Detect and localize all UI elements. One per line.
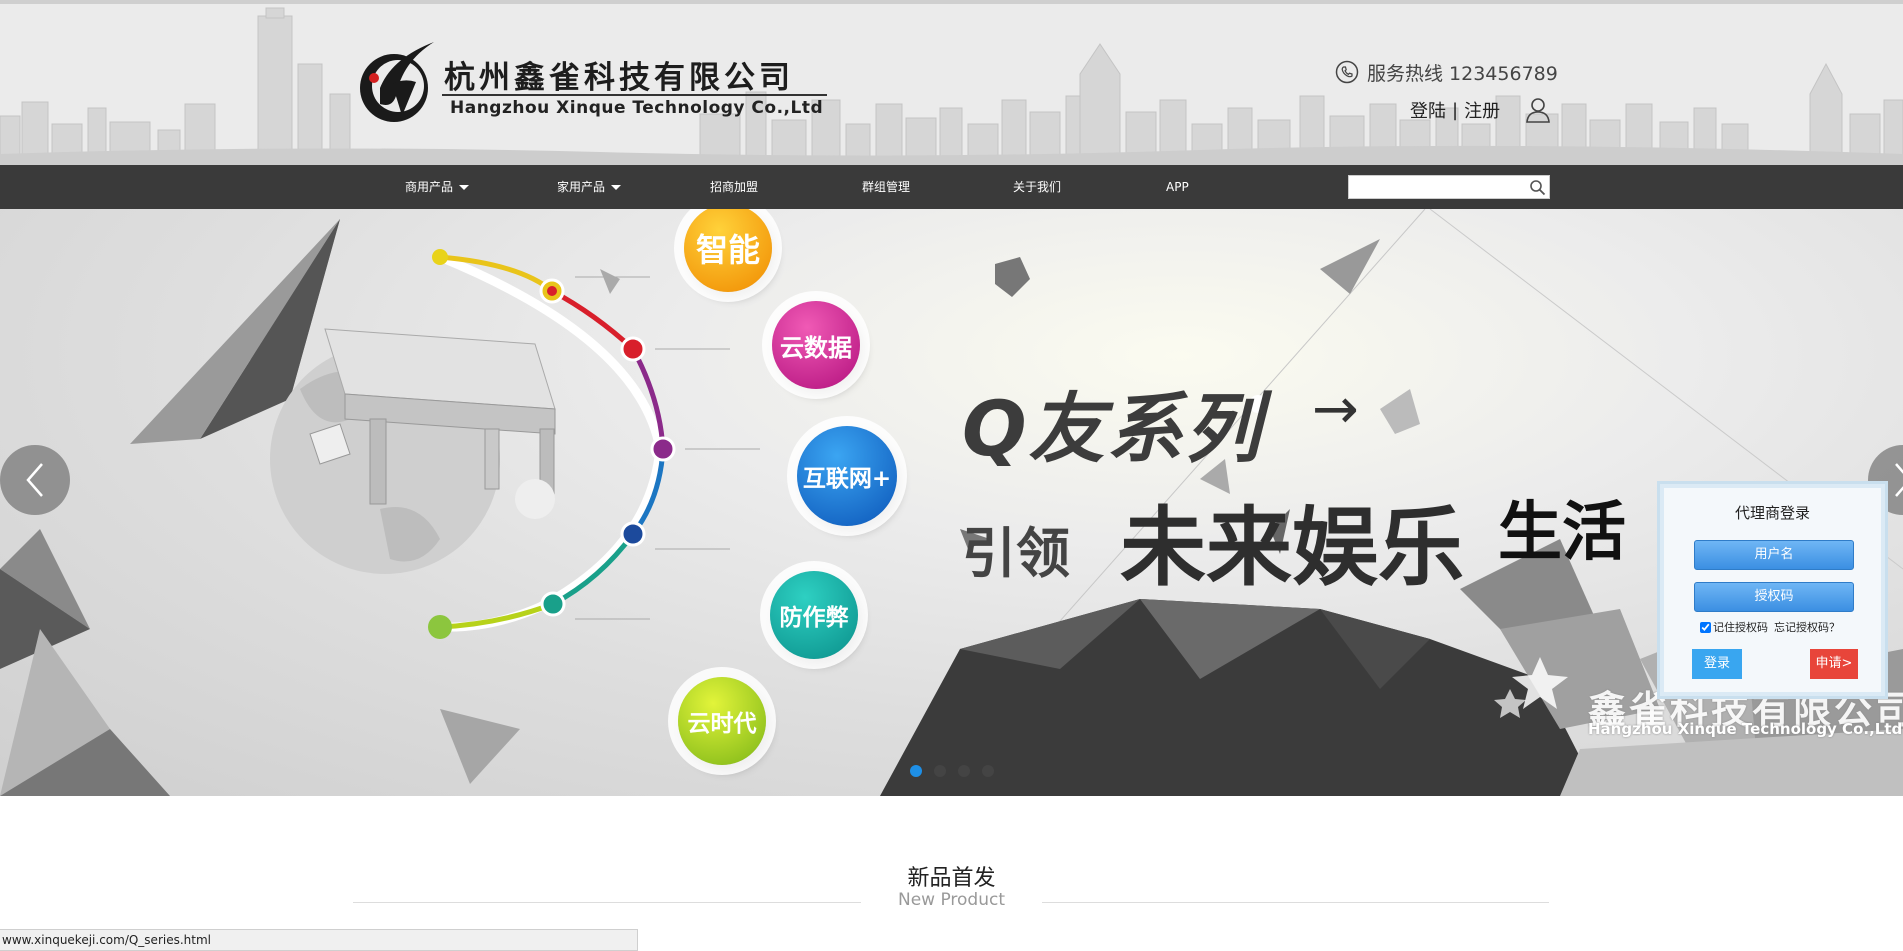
caret-down-icon [459,185,470,190]
nav-label: 家用产品 [557,180,606,194]
nav-item-franchise[interactable]: 招商加盟 [710,165,758,209]
slogan-lead: 引领 [962,522,1070,585]
search-icon[interactable] [1529,179,1546,196]
nav-item-home-products[interactable]: 家用产品 [557,165,622,209]
slogan-arrow-icon: → [1312,377,1359,442]
main-navigation: 商用产品 家用产品 招商加盟 群组管理 关于我们 APP [0,165,1903,209]
auth-links: 登陆 | 注册 [1410,96,1552,124]
user-icon[interactable] [1524,96,1552,124]
caret-down-icon [611,185,622,190]
agent-username-input[interactable]: 用户名 [1694,540,1854,570]
company-logo[interactable]: 杭州鑫雀科技有限公司 Hangzhou Xinque Technology Co… [352,38,832,128]
nav-item-group-management[interactable]: 群组管理 [862,165,910,209]
agent-remember-row: 记住授权码 忘记授权码？ [1700,619,1840,635]
agent-code-input[interactable]: 授权码 [1694,582,1854,612]
site-header: 杭州鑫雀科技有限公司 Hangzhou Xinque Technology Co… [0,0,1903,165]
slogan-future-entertainment: 未来娱乐 [1120,498,1464,598]
logo-underline [442,94,827,96]
slogan-q-series: Q友系列 [962,384,1263,473]
agent-login-title: 代理商登录 [1734,504,1810,522]
logo-english-name: Hangzhou Xinque Technology Co.,Ltd [450,98,824,118]
slide-indicator [910,765,994,777]
agent-login-button[interactable]: 登录 [1692,649,1742,679]
nav-item-about-us[interactable]: 关于我们 [1013,165,1061,209]
new-product-title: 新品首发 [907,866,996,891]
browser-status-bar: www.xinquekeji.com/Q_series.html [0,929,638,951]
feature-bubble-cloud-era: 云时代 [678,677,766,765]
register-link[interactable]: 注册 [1464,97,1500,123]
service-hotline: 服务热线 123456789 [1335,59,1558,85]
nav-label: 商用产品 [405,180,454,194]
hotline-text: 服务热线 123456789 [1367,62,1558,85]
slogan-life: 生活 [1498,496,1626,570]
slide-dot-2[interactable] [934,765,946,777]
agent-apply-button[interactable]: 申请> [1810,649,1858,679]
slide-dot-4[interactable] [982,765,994,777]
feature-bubble-internet-plus: 互联网+ [797,426,897,526]
forgot-code-link[interactable]: 忘记授权码？ [1774,619,1840,635]
new-product-subtitle: New Product [897,890,1006,910]
logo-chinese-name: 杭州鑫雀科技有限公司 [444,60,794,96]
chevron-right-icon [1895,463,1903,497]
nav-item-commercial-products[interactable]: 商用产品 [405,165,470,209]
slide-prev-button[interactable] [0,445,70,515]
banner-watermark-en: Hangzhou Xinque Technology Co.,Ltd [1588,720,1903,738]
slide-dot-3[interactable] [958,765,970,777]
logo-mark-icon [360,42,434,122]
search-box [1348,175,1550,199]
phone-icon [1335,60,1359,84]
search-input[interactable] [1349,176,1527,198]
nav-item-app[interactable]: APP [1166,165,1189,209]
remember-code-checkbox[interactable] [1700,621,1711,633]
city-skyline-illustration [0,7,1903,165]
chevron-left-icon [26,463,43,497]
login-link[interactable]: 登陆 [1410,97,1446,123]
slide-dot-1[interactable] [910,765,922,777]
auth-separator: | [1452,99,1459,121]
remember-code-label: 记住授权码 [1713,621,1768,634]
feature-bubble-anti-cheat: 防作弊 [770,571,858,659]
agent-login-panel: 代理商登录 用户名 授权码 记住授权码 忘记授权码？ 登录 申请> [1657,481,1888,699]
agent-login-inner: 代理商登录 用户名 授权码 记住授权码 忘记授权码？ 登录 申请> [1664,488,1881,692]
hero-banner-slider[interactable]: 智能 云数据 互联网+ 防作弊 云时代 Q友系列 → 引领 未来娱乐 生活 鑫雀… [0,209,1903,796]
feature-bubble-cloud-data: 云数据 [772,301,860,389]
